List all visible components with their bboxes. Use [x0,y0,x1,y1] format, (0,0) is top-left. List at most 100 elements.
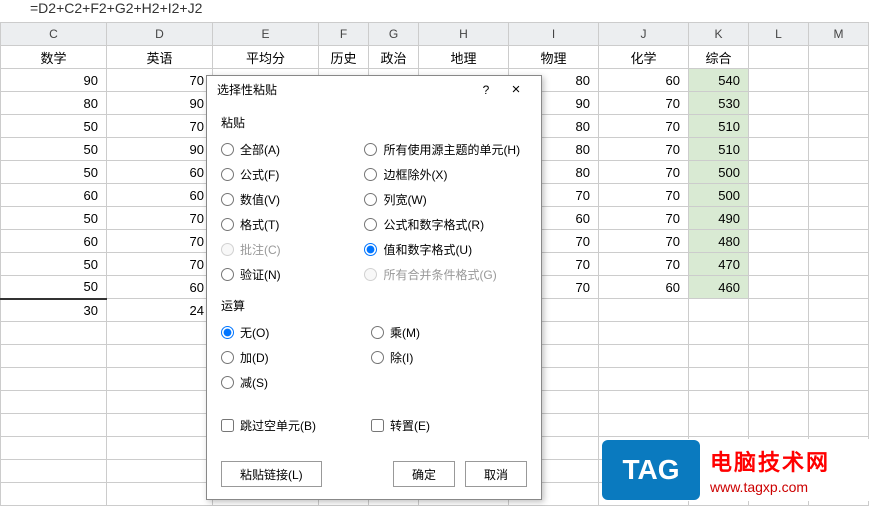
cell-D-8[interactable]: 70 [107,207,213,230]
cell-empty[interactable] [1,368,107,391]
radio-valnum[interactable]: 值和数字格式(U) [364,237,527,262]
cell-K-4[interactable]: 510 [689,115,749,138]
cell-empty[interactable] [107,483,213,506]
cell-K-5[interactable]: 510 [689,138,749,161]
radio-validate[interactable]: 验证(N) [221,262,364,287]
radio-mul[interactable]: 乘(M) [371,320,521,345]
cell-M-10[interactable] [809,253,869,276]
cell-empty[interactable] [689,368,749,391]
skip-blank-checkbox[interactable]: 跳过空单元(B) [221,413,371,438]
cell-empty[interactable] [689,414,749,437]
cell-L-4[interactable] [749,115,809,138]
radio-value[interactable]: 数值(V) [221,187,364,212]
cell-D-12[interactable]: 24 [107,299,213,322]
cell-empty[interactable] [107,414,213,437]
cell-K-3[interactable]: 530 [689,92,749,115]
cell-C-5[interactable]: 50 [1,138,107,161]
cell-L-8[interactable] [749,207,809,230]
cell-empty[interactable] [1,414,107,437]
radio-add[interactable]: 加(D) [221,345,371,370]
cell-empty[interactable] [1,483,107,506]
cell-C-7[interactable]: 60 [1,184,107,207]
cell-empty[interactable] [107,345,213,368]
cell-empty[interactable] [599,345,689,368]
cell-J-5[interactable]: 70 [599,138,689,161]
col-header-K[interactable]: K [689,23,749,46]
cell-D-11[interactable]: 60 [107,276,213,299]
cell-L-6[interactable] [749,161,809,184]
cell-M-12[interactable] [809,299,869,322]
cell-empty[interactable] [809,391,869,414]
cell-K-7[interactable]: 500 [689,184,749,207]
cell-K-9[interactable]: 480 [689,230,749,253]
cell-D-4[interactable]: 70 [107,115,213,138]
cell-J-8[interactable]: 70 [599,207,689,230]
radio-none[interactable]: 无(O) [221,320,371,345]
cell-J-12[interactable] [599,299,689,322]
col-header-I[interactable]: I [509,23,599,46]
cell-L-5[interactable] [749,138,809,161]
cell-L-10[interactable] [749,253,809,276]
radio-format[interactable]: 格式(T) [221,212,364,237]
cell-D-6[interactable]: 60 [107,161,213,184]
cell-M-2[interactable] [809,69,869,92]
cell-empty[interactable] [107,391,213,414]
radio-div[interactable]: 除(I) [371,345,521,370]
cell-M-9[interactable] [809,230,869,253]
cell-empty[interactable] [749,322,809,345]
cell-J-9[interactable]: 70 [599,230,689,253]
cell-C-4[interactable]: 50 [1,115,107,138]
cell-empty[interactable] [107,322,213,345]
cell-M-7[interactable] [809,184,869,207]
cell-M-11[interactable] [809,276,869,299]
radio-all[interactable]: 全部(A) [221,137,364,162]
cell-J-3[interactable]: 70 [599,92,689,115]
radio-colwidth[interactable]: 列宽(W) [364,187,527,212]
cell-M-5[interactable] [809,138,869,161]
cancel-button[interactable]: 取消 [465,461,527,487]
cell-empty[interactable] [749,368,809,391]
cell-K-11[interactable]: 460 [689,276,749,299]
cell-J-6[interactable]: 70 [599,161,689,184]
col-header-E[interactable]: E [213,23,319,46]
cell-D-7[interactable]: 60 [107,184,213,207]
radio-theme[interactable]: 所有使用源主题的单元(H) [364,137,527,162]
col-header-F[interactable]: F [319,23,369,46]
cell-C-9[interactable]: 60 [1,230,107,253]
cell-K-10[interactable]: 470 [689,253,749,276]
cell-C-2[interactable]: 90 [1,69,107,92]
col-header-L[interactable]: L [749,23,809,46]
col-header-D[interactable]: D [107,23,213,46]
col-header-J[interactable]: J [599,23,689,46]
ok-button[interactable]: 确定 [393,461,455,487]
cell-empty[interactable] [1,460,107,483]
cell-empty[interactable] [107,437,213,460]
radio-fmtnum[interactable]: 公式和数字格式(R) [364,212,527,237]
radio-sub[interactable]: 减(S) [221,370,371,395]
cell-D-3[interactable]: 90 [107,92,213,115]
cell-L-3[interactable] [749,92,809,115]
cell-empty[interactable] [809,414,869,437]
cell-J-2[interactable]: 60 [599,69,689,92]
cell-C-8[interactable]: 50 [1,207,107,230]
paste-link-button[interactable]: 粘贴链接(L) [221,461,322,487]
cell-empty[interactable] [689,322,749,345]
help-icon[interactable]: ? [471,76,501,104]
cell-K-8[interactable]: 490 [689,207,749,230]
cell-C-6[interactable]: 50 [1,161,107,184]
cell-L-9[interactable] [749,230,809,253]
cell-L-2[interactable] [749,69,809,92]
col-header-H[interactable]: H [419,23,509,46]
cell-empty[interactable] [107,368,213,391]
cell-D-5[interactable]: 90 [107,138,213,161]
cell-K-6[interactable]: 500 [689,161,749,184]
cell-empty[interactable] [599,322,689,345]
cell-J-10[interactable]: 70 [599,253,689,276]
cell-empty[interactable] [1,345,107,368]
cell-empty[interactable] [599,368,689,391]
transpose-checkbox[interactable]: 转置(E) [371,413,521,438]
col-header-C[interactable]: C [1,23,107,46]
cell-empty[interactable] [599,414,689,437]
cell-empty[interactable] [749,345,809,368]
cell-empty[interactable] [1,437,107,460]
